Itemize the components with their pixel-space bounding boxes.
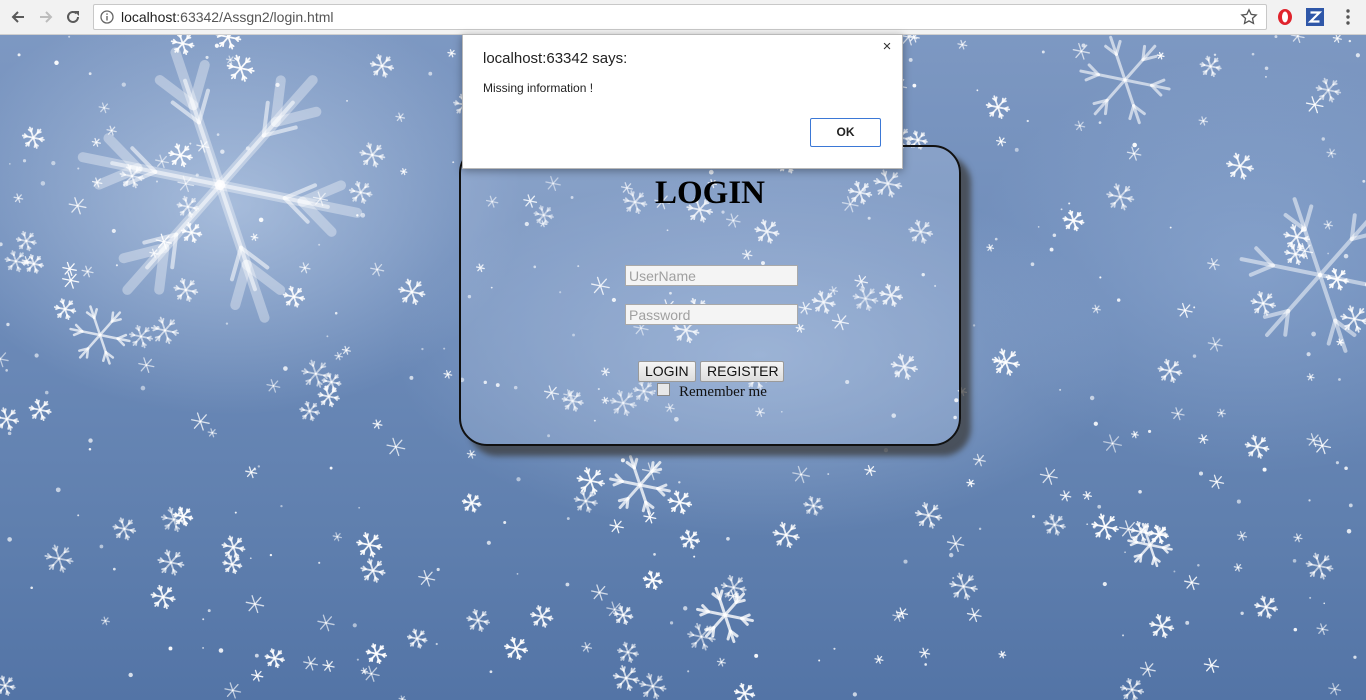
- dialog-title: localhost:63342 says:: [483, 50, 628, 67]
- bookmark-star-icon[interactable]: [1240, 8, 1258, 26]
- browser-menu-icon[interactable]: [1340, 7, 1356, 27]
- register-button[interactable]: REGISTER: [700, 361, 784, 382]
- address-bar[interactable]: localhost:63342/Assgn2/login.html: [93, 4, 1267, 30]
- reload-icon: [67, 10, 79, 23]
- forward-arrow-icon: [40, 11, 53, 23]
- opera-extension-icon[interactable]: [1276, 8, 1294, 26]
- url-path: :63342/Assgn2/login.html: [176, 9, 334, 25]
- remember-me-checkbox[interactable]: [657, 383, 670, 396]
- url-text[interactable]: localhost:63342/Assgn2/login.html: [121, 9, 333, 25]
- forward-button[interactable]: [34, 5, 58, 29]
- url-host: localhost: [121, 9, 177, 25]
- login-button[interactable]: LOGIN: [638, 361, 696, 382]
- ok-button[interactable]: OK: [810, 118, 881, 147]
- back-button[interactable]: [6, 5, 30, 29]
- remember-me-row: Remember me: [657, 383, 767, 401]
- z-extension-icon[interactable]: [1306, 8, 1324, 26]
- dialog-message: Missing information !: [483, 81, 594, 95]
- reload-button[interactable]: [61, 5, 85, 29]
- alert-dialog: localhost:63342 says: × Missing informat…: [462, 34, 903, 169]
- login-card: LOGIN LOGIN REGISTER Remember me: [459, 145, 961, 446]
- close-icon[interactable]: ×: [879, 39, 895, 55]
- username-input[interactable]: [625, 265, 798, 286]
- login-title: LOGIN: [654, 175, 766, 211]
- password-input[interactable]: [625, 304, 798, 325]
- browser-toolbar: localhost:63342/Assgn2/login.html: [0, 0, 1366, 35]
- info-icon[interactable]: [100, 10, 114, 24]
- remember-me-label: Remember me: [679, 384, 767, 400]
- back-arrow-icon: [11, 11, 24, 23]
